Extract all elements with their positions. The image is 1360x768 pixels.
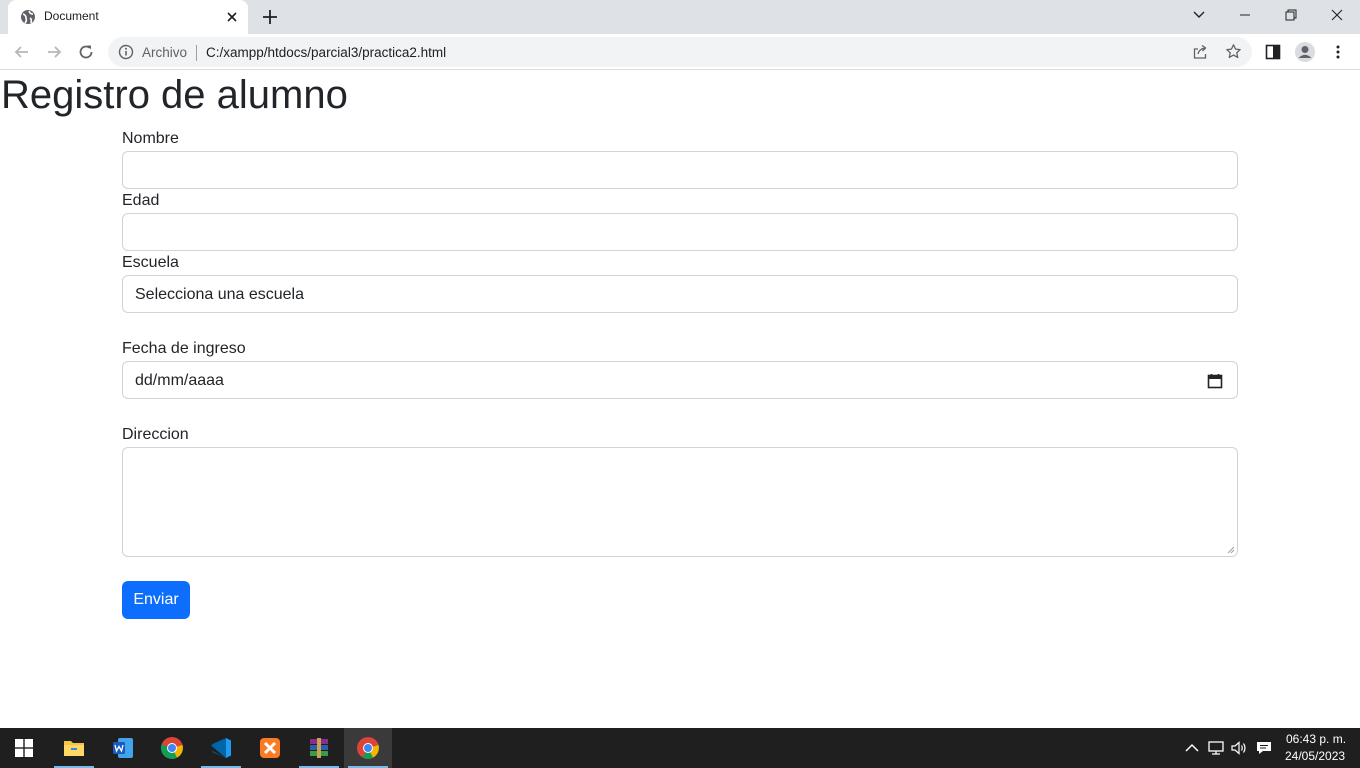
menu-button[interactable]: [1324, 38, 1352, 66]
fecha-label: Fecha de ingreso: [122, 340, 246, 357]
winrar-icon: [310, 738, 328, 758]
taskbar-vscode[interactable]: [197, 728, 245, 768]
close-icon: [1331, 9, 1343, 21]
clock-date[interactable]: 24/05/2023: [1285, 749, 1345, 763]
arrow-left-icon: [14, 46, 28, 58]
xampp-icon: [260, 738, 280, 758]
windows-start-icon: [15, 739, 33, 757]
clock-time[interactable]: 06:43 p. m.: [1286, 732, 1346, 746]
arrow-right-icon: [48, 46, 62, 58]
minimize-icon: [1240, 14, 1250, 16]
word-icon: [113, 738, 133, 758]
fecha-placeholder: dd/mm/aaaa: [135, 372, 224, 389]
direccion-textarea[interactable]: [122, 447, 1238, 557]
scheme-label: Archivo: [142, 45, 188, 60]
direccion-label: Direccion: [122, 426, 189, 443]
escuela-select[interactable]: Selecciona una escuela: [122, 275, 1238, 313]
restore-button[interactable]: [1268, 0, 1314, 30]
tab-search-button[interactable]: [1176, 0, 1222, 30]
restore-icon: [1285, 9, 1297, 21]
profile-button[interactable]: [1291, 38, 1319, 66]
enviar-button[interactable]: Enviar: [122, 581, 190, 619]
page-title: Registro de alumno: [1, 73, 348, 117]
edad-input[interactable]: [122, 213, 1238, 251]
calendar-icon[interactable]: [1207, 373, 1223, 389]
chrome-icon: [357, 737, 379, 759]
chevron-down-icon: [1193, 11, 1205, 18]
fecha-input[interactable]: dd/mm/aaaa: [122, 361, 1238, 399]
forward-button[interactable]: [40, 38, 68, 66]
browser-toolbar: Archivo C:/xampp/htdocs/parcial3/practic…: [0, 34, 1360, 70]
omnibox-divider: [196, 45, 197, 61]
share-icon[interactable]: [1192, 44, 1208, 60]
info-icon[interactable]: [118, 44, 134, 60]
chevron-up-icon[interactable]: [1183, 739, 1201, 757]
browser-tabstrip: Document: [0, 0, 1360, 34]
resize-grip-icon[interactable]: [1227, 546, 1235, 554]
chrome-icon: [160, 737, 183, 759]
globe-icon: [21, 10, 35, 24]
notifications-icon[interactable]: [1255, 739, 1273, 757]
tab-title: Document: [44, 9, 99, 23]
nombre-label: Nombre: [122, 130, 179, 147]
start-button[interactable]: [0, 728, 48, 768]
side-panel-button[interactable]: [1259, 38, 1287, 66]
vscode-icon: [211, 738, 231, 758]
windows-taskbar: 06:43 p. m. 24/05/2023: [0, 728, 1360, 768]
volume-icon[interactable]: [1230, 739, 1248, 757]
network-icon[interactable]: [1207, 739, 1225, 757]
back-button[interactable]: [8, 38, 36, 66]
taskbar-winrar[interactable]: [295, 728, 343, 768]
page-content: Registro de alumno Nombre Edad Escuela S…: [0, 71, 1360, 728]
reload-icon: [79, 45, 93, 59]
browser-tab[interactable]: Document: [8, 0, 248, 34]
reload-button[interactable]: [72, 38, 100, 66]
escuela-selected-value: Selecciona una escuela: [135, 286, 305, 303]
close-window-button[interactable]: [1314, 0, 1360, 30]
avatar-icon: [1295, 42, 1315, 62]
edad-label: Edad: [122, 192, 160, 209]
side-panel-icon: [1265, 44, 1281, 60]
taskbar-chrome[interactable]: [148, 728, 196, 768]
taskbar-chrome-active[interactable]: [344, 728, 392, 768]
more-vert-icon: [1336, 45, 1340, 59]
minimize-button[interactable]: [1222, 0, 1268, 30]
star-icon[interactable]: [1225, 43, 1242, 60]
taskbar-word[interactable]: [99, 728, 147, 768]
escuela-label: Escuela: [122, 254, 179, 271]
folder-icon: [64, 741, 84, 756]
nombre-input[interactable]: [122, 151, 1238, 189]
taskbar-file-explorer[interactable]: [50, 728, 98, 768]
new-tab-icon[interactable]: [259, 6, 281, 28]
url-text[interactable]: C:/xampp/htdocs/parcial3/practica2.html: [206, 45, 446, 60]
address-bar[interactable]: Archivo C:/xampp/htdocs/parcial3/practic…: [108, 37, 1252, 67]
taskbar-xampp[interactable]: [246, 728, 294, 768]
close-tab-icon[interactable]: [224, 9, 240, 25]
